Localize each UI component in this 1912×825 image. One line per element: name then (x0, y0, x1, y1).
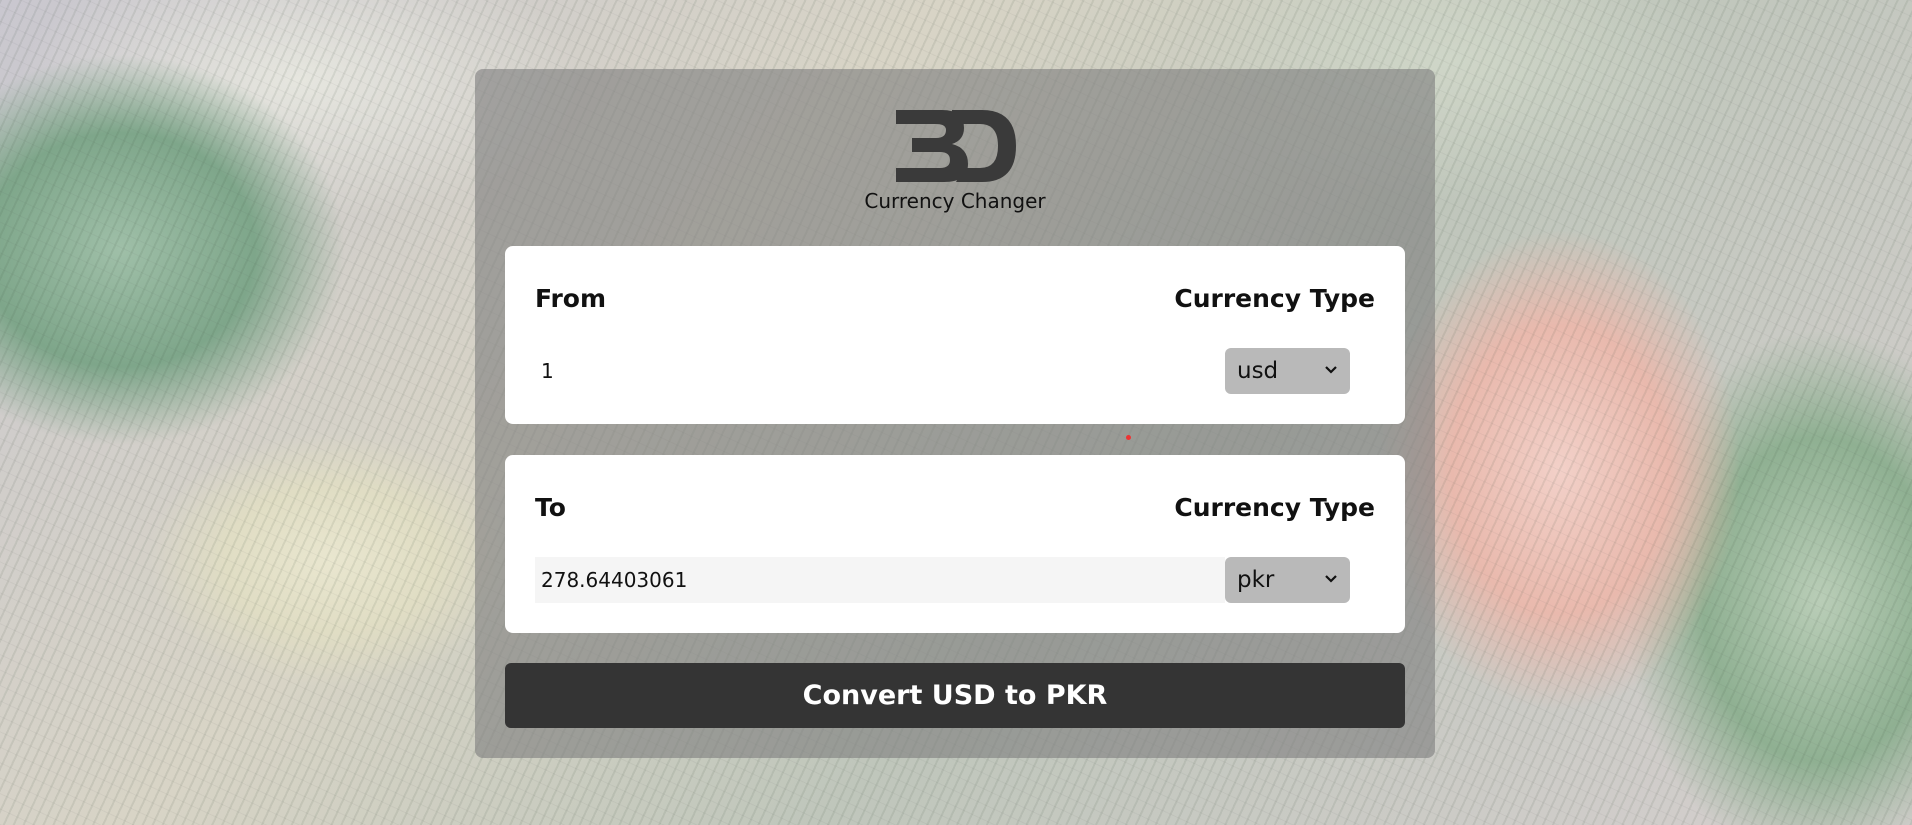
to-card: To Currency Type pkr (505, 455, 1405, 633)
to-currency-value: pkr (1237, 567, 1275, 593)
to-currency-select[interactable]: pkr (1225, 557, 1350, 603)
to-label: To (535, 493, 566, 522)
from-card: From Currency Type usd (505, 246, 1405, 424)
chevron-down-icon (1325, 575, 1337, 583)
from-currency-value: usd (1237, 358, 1279, 384)
from-currency-type-label: Currency Type (1174, 284, 1375, 313)
to-currency-type-label: Currency Type (1174, 493, 1375, 522)
chevron-down-icon (1325, 366, 1337, 374)
to-amount-output[interactable] (535, 557, 1225, 603)
cursor-dot (1126, 435, 1131, 440)
from-label: From (535, 284, 607, 313)
from-currency-select[interactable]: usd (1225, 348, 1350, 394)
app-title: Currency Changer (864, 189, 1046, 213)
from-amount-input[interactable] (535, 348, 1225, 394)
converter-panel: Currency Changer From Currency Type usd … (475, 69, 1435, 758)
convert-button[interactable]: Convert USD to PKR (505, 663, 1405, 728)
bd-logo (475, 102, 1435, 186)
